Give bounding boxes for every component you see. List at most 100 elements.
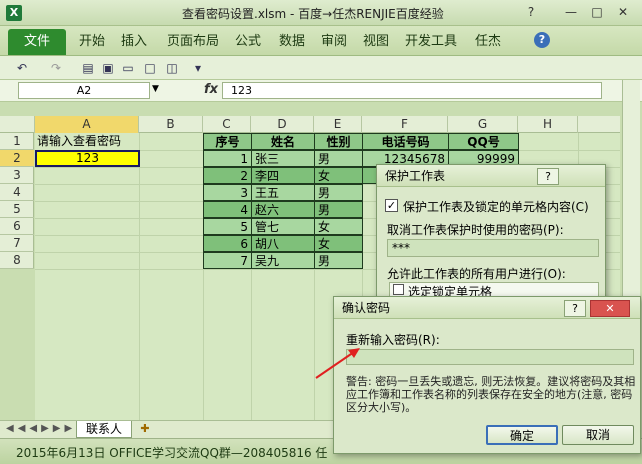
cell-name[interactable]: 胡八 [251, 235, 315, 252]
cell-no[interactable]: 3 [203, 184, 252, 201]
row-header[interactable]: 1 [0, 133, 34, 150]
name-box-dropdown-icon[interactable]: ▼ [152, 84, 159, 94]
help-circle-icon[interactable]: ? [534, 32, 550, 48]
protect-dialog-help-button[interactable]: ? [537, 168, 559, 185]
row-header[interactable]: 3 [0, 167, 34, 184]
table-header-no[interactable]: 序号 [203, 133, 252, 150]
insert-sheet-icon[interactable]: ✚ [136, 422, 154, 437]
minimize-button[interactable]: — [560, 3, 582, 21]
protect-checkbox[interactable]: ✓ [385, 199, 398, 212]
tab-review[interactable]: 审阅 [312, 30, 356, 54]
tab-developer[interactable]: 开发工具 [396, 30, 466, 54]
table-header-phone[interactable]: 电话号码 [362, 133, 449, 150]
tab-home[interactable]: 开始 [70, 30, 114, 54]
row-header[interactable]: 4 [0, 184, 34, 201]
cell-no[interactable]: 1 [203, 150, 252, 167]
cancel-button[interactable]: 取消 [562, 425, 634, 445]
cell-name[interactable]: 赵六 [251, 201, 315, 218]
cell-name[interactable]: 李四 [251, 167, 315, 184]
tab-insert[interactable]: 插入 [112, 30, 156, 54]
cell-no[interactable]: 7 [203, 252, 252, 269]
column-header-f[interactable]: F [362, 116, 448, 133]
permission-checkbox[interactable] [393, 284, 404, 295]
tab-data[interactable]: 数据 [270, 30, 314, 54]
formula-input[interactable]: 123 [222, 82, 602, 99]
protect-checkbox-label: 保护工作表及锁定的单元格内容(C) [403, 200, 589, 214]
cell-sex[interactable]: 男 [314, 252, 363, 269]
table-header-sex[interactable]: 性别 [314, 133, 363, 150]
cell-no[interactable]: 4 [203, 201, 252, 218]
cell-sex[interactable]: 女 [314, 167, 363, 184]
row-header[interactable]: 2 [0, 150, 34, 167]
confirm-dialog-close-button[interactable]: ✕ [590, 300, 630, 317]
ok-button[interactable]: 确定 [486, 425, 558, 445]
confirm-dialog-help-button[interactable]: ? [564, 300, 586, 317]
quick-access-toolbar: ↶ ↷ ▤ ▣ ▭ □ ◫ ▾ [0, 56, 642, 80]
excel-app-icon[interactable]: X [6, 5, 22, 21]
cell-a1-prompt[interactable]: 请输入查看密码 [37, 133, 139, 150]
status-text: 2015年6月13日 OFFICE学习交流QQ群—208405816 任 [16, 446, 328, 460]
name-box[interactable]: A2 [18, 82, 150, 99]
new-document-icon[interactable]: □ [142, 60, 158, 76]
table-header-name[interactable]: 姓名 [251, 133, 315, 150]
cell-sex[interactable]: 女 [314, 235, 363, 252]
unprotect-password-label: 取消工作表保护时使用的密码(P): [387, 223, 564, 237]
table-header-qq[interactable]: QQ号 [448, 133, 519, 150]
cell-sex[interactable]: 男 [314, 201, 363, 218]
allow-users-label: 允许此工作表的所有用户进行(O): [387, 267, 566, 281]
cell-name[interactable]: 王五 [251, 184, 315, 201]
cell-name[interactable]: 张三 [251, 150, 315, 167]
cell-name[interactable]: 管七 [251, 218, 315, 235]
print-preview-icon[interactable]: ◫ [164, 60, 180, 76]
cell-sex[interactable]: 男 [314, 150, 363, 167]
ribbon-tabs: 文件 开始 插入 页面布局 公式 数据 审阅 视图 开发工具 任杰 ? [0, 26, 642, 56]
tab-page-layout[interactable]: 页面布局 [158, 30, 228, 54]
tab-file[interactable]: 文件 [8, 29, 66, 55]
tab-view[interactable]: 视图 [354, 30, 398, 54]
row-header[interactable]: 6 [0, 218, 34, 235]
column-header-g[interactable]: G [448, 116, 518, 133]
customize-toolbar-icon[interactable]: ▾ [190, 60, 206, 76]
macro-icon[interactable]: ▣ [100, 60, 116, 76]
close-button[interactable]: ✕ [612, 3, 634, 21]
column-header-c[interactable]: C [203, 116, 251, 133]
column-header-e[interactable]: E [314, 116, 362, 133]
cell-no[interactable]: 2 [203, 167, 252, 184]
cell-no[interactable]: 6 [203, 235, 252, 252]
confirm-password-dialog: 确认密码 ? ✕ 重新输入密码(R): 警告: 密码一旦丢失或遗忘, 则无法恢复… [333, 296, 641, 454]
tab-formulas[interactable]: 公式 [226, 30, 270, 54]
annotation-arrow-icon [315, 348, 360, 379]
protect-sheet-dialog: 保护工作表 ? ✓ 保护工作表及锁定的单元格内容(C) 取消工作表保护时使用的密… [376, 164, 606, 304]
sheet-nav-arrows-icon[interactable]: ◀◀◀▶▶▶ [6, 423, 76, 434]
column-headers: A B C D E F G H [0, 116, 620, 133]
cell-no[interactable]: 5 [203, 218, 252, 235]
cell-a2-selected[interactable]: 123 [35, 150, 140, 167]
column-header-d[interactable]: D [251, 116, 314, 133]
row-header[interactable]: 8 [0, 252, 34, 269]
column-header-b[interactable]: B [139, 116, 203, 133]
open-folder-icon[interactable]: ▭ [120, 60, 136, 76]
cell-sex[interactable]: 男 [314, 184, 363, 201]
redo-icon[interactable]: ↷ [48, 60, 64, 76]
cell-name[interactable]: 吴九 [251, 252, 315, 269]
help-icon[interactable]: ? [520, 3, 542, 21]
reenter-password-input[interactable] [346, 349, 634, 365]
column-header-a[interactable]: A [35, 116, 139, 133]
row-header[interactable]: 7 [0, 235, 34, 252]
row-header[interactable]: 5 [0, 201, 34, 218]
undo-icon[interactable]: ↶ [14, 60, 30, 76]
row-headers: 1 2 3 4 5 6 7 8 [0, 133, 34, 269]
insert-function-button[interactable]: fx [204, 82, 218, 97]
warning-text: 警告: 密码一旦丢失或遗忘, 则无法恢复。建议将密码及其相应工作簿和工作表名称的… [346, 375, 636, 414]
cell-sex[interactable]: 女 [314, 218, 363, 235]
maximize-button[interactable]: □ [586, 3, 608, 21]
form-icon[interactable]: ▤ [80, 60, 96, 76]
window-title: 查看密码设置.xlsm - 百度→任杰RENJIE百度经验 [182, 7, 444, 21]
select-all-corner[interactable] [0, 116, 35, 133]
formula-bar: A2 ▼ fx 123 [0, 80, 642, 102]
protect-dialog-title: 保护工作表 [377, 165, 605, 187]
unprotect-password-input[interactable]: *** [387, 239, 599, 257]
tab-renjie[interactable]: 任杰 [466, 30, 510, 54]
sheet-tab-contacts[interactable]: 联系人 [76, 421, 132, 438]
column-header-h[interactable]: H [518, 116, 578, 133]
